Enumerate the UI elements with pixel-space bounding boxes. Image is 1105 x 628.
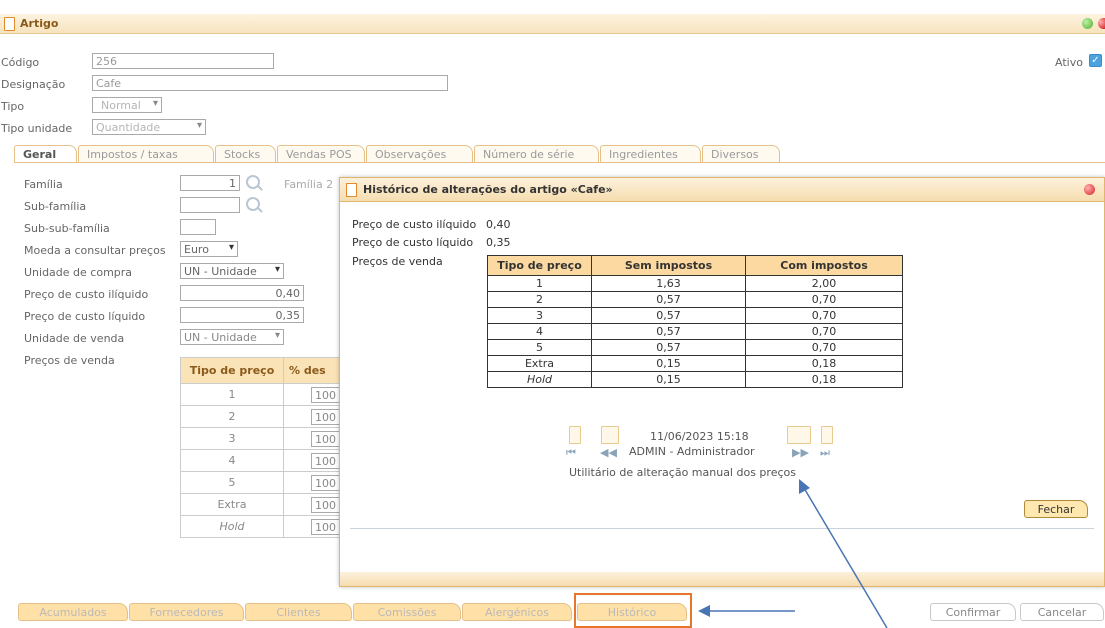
annotation-arrow-up [803,487,888,628]
annotation-arrows [698,479,888,628]
annotation-arrowhead-left [698,605,710,617]
annotation-arrowhead-up [799,479,810,494]
article-window: Artigo Código 256 Designação Cafe Tipo N… [0,0,1105,628]
